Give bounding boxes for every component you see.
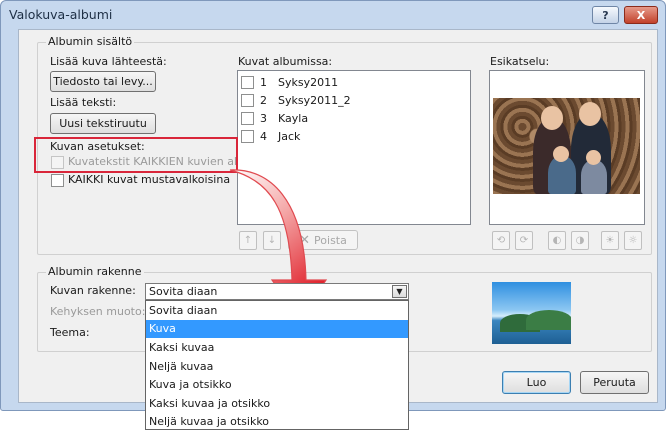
dropdown-option[interactable]: Kaksi kuvaa ja otsikko — [146, 394, 408, 413]
item-number: 2 — [260, 93, 267, 107]
item-name: Kayla — [278, 111, 309, 125]
pictures-in-album-label: Kuvat albumissa: — [238, 55, 333, 68]
rotate-right-icon[interactable]: ⟳ — [515, 231, 533, 250]
dropdown-option-highlighted[interactable]: Kuva — [146, 319, 408, 339]
dropdown-option[interactable]: Kuva ja otsikko — [146, 375, 408, 394]
dropdown-option[interactable]: Neljä kuvaa — [146, 357, 408, 376]
item-number: 3 — [260, 111, 267, 125]
preview-pane — [489, 70, 645, 225]
item-name: Syksy2011 — [278, 75, 339, 89]
help-button[interactable]: ? — [592, 6, 619, 24]
black-white-checkbox[interactable] — [51, 174, 64, 187]
chevron-down-icon[interactable]: ▼ — [392, 285, 407, 298]
layout-preview-image — [492, 282, 571, 344]
dropdown-option[interactable]: Sovita diaan — [146, 301, 408, 320]
create-button[interactable]: Luo — [502, 371, 571, 394]
preview-photo — [493, 98, 640, 194]
preview-label: Esikatselu: — [490, 55, 550, 68]
item-number: 4 — [260, 129, 267, 143]
item-name: Jack — [278, 129, 301, 143]
item-checkbox[interactable] — [241, 93, 254, 107]
cancel-button[interactable]: Peruuta — [580, 371, 649, 394]
new-textbox-button[interactable]: Uusi tekstiruutu — [50, 113, 156, 134]
dropdown-option[interactable]: Kaksi kuvaa — [146, 338, 408, 357]
theme-label: Teema: — [50, 326, 90, 339]
contrast-down-icon[interactable]: ◑ — [571, 231, 589, 250]
brightness-up-icon[interactable]: ☀ — [601, 231, 619, 250]
contrast-up-icon[interactable]: ◐ — [548, 231, 566, 250]
list-item[interactable]: 1 Syksy2011 — [238, 73, 470, 91]
rotate-left-icon[interactable]: ⟲ — [492, 231, 510, 250]
brightness-down-icon[interactable]: ☼ — [624, 231, 642, 250]
add-text-label: Lisää teksti: — [50, 96, 117, 109]
picture-layout-dropdown[interactable]: Sovita diaan Kuva Kaksi kuvaa Neljä kuva… — [145, 300, 409, 430]
add-picture-label: Lisää kuva lähteestä: — [50, 55, 167, 68]
picture-layout-label: Kuvan rakenne: — [50, 284, 136, 297]
list-item[interactable]: 2 Syksy2011_2 — [238, 91, 470, 109]
album-layout-title: Albumin rakenne — [46, 265, 144, 278]
item-checkbox[interactable] — [241, 75, 254, 89]
item-checkbox[interactable] — [241, 111, 254, 125]
picture-layout-select[interactable]: Sovita diaan ▼ — [145, 283, 409, 300]
file-or-disk-button[interactable]: Tiedosto tai levy... — [50, 71, 156, 92]
dropdown-option[interactable]: Neljä kuvaa ja otsikko — [146, 413, 408, 432]
item-checkbox[interactable] — [241, 129, 254, 143]
list-item[interactable]: 3 Kayla — [238, 109, 470, 127]
album-content-title: Albumin sisältö — [46, 35, 135, 48]
list-item[interactable]: 4 Jack — [238, 127, 470, 145]
item-name: Syksy2011_2 — [278, 93, 351, 107]
dialog-title: Valokuva-albumi — [9, 7, 113, 22]
item-number: 1 — [260, 75, 267, 89]
close-button[interactable]: X — [624, 6, 658, 24]
frame-shape-label: Kehyksen muoto: — [50, 305, 146, 318]
